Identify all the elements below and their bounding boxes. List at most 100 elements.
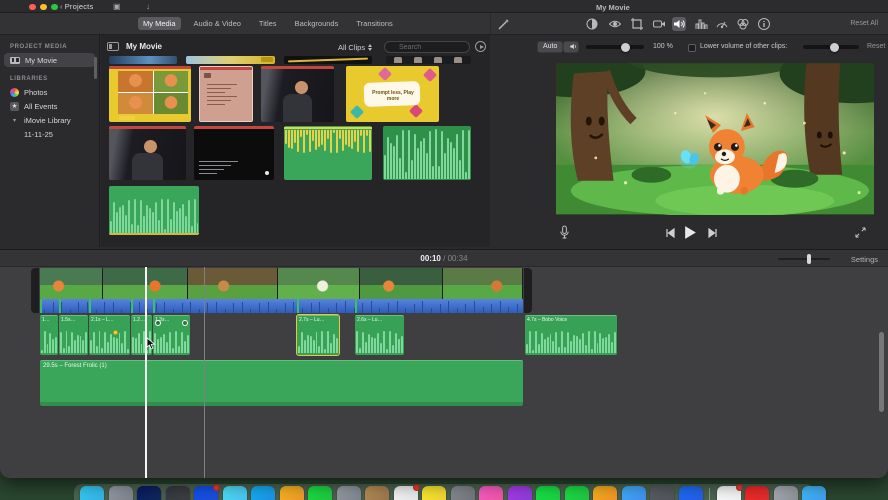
next-frame-button[interactable] xyxy=(708,228,718,238)
media-thumbnail-promo[interactable]: Prompt less, Play more xyxy=(346,66,439,122)
clip-filters-icon[interactable] xyxy=(736,17,750,31)
media-thumbnail-collage[interactable] xyxy=(109,66,191,122)
dock-app-icon[interactable] xyxy=(108,486,133,500)
fullscreen-icon[interactable] xyxy=(855,227,866,238)
media-thumbnail-person[interactable] xyxy=(261,66,334,122)
tab-my-media[interactable]: My Media xyxy=(138,17,181,30)
dock-app-icon[interactable] xyxy=(137,486,161,500)
dock-app-icon[interactable] xyxy=(773,486,798,500)
tab-audio-video[interactable]: Audio & Video xyxy=(189,17,246,30)
minimize-window-button[interactable] xyxy=(40,3,47,10)
dock-app-icon[interactable] xyxy=(564,486,589,500)
media-thumbnail-person[interactable] xyxy=(109,126,186,180)
timeline-settings-button[interactable]: Settings xyxy=(851,255,878,264)
dock-app-icon[interactable] xyxy=(678,486,703,500)
dock-app-icon[interactable] xyxy=(222,486,247,500)
media-thumbnail-strip-wave[interactable] xyxy=(284,56,372,64)
clip-zoom-slider[interactable] xyxy=(778,254,830,264)
audio-clip[interactable]: 2.1s – L… xyxy=(89,315,130,355)
sidebar-item-my-movie[interactable]: My Movie xyxy=(4,53,95,67)
color-balance-icon[interactable] xyxy=(585,17,599,31)
clip-trim-handle-right[interactable] xyxy=(524,268,532,313)
dock-app-icon[interactable] xyxy=(251,486,275,500)
download-import-icon[interactable]: ↓ xyxy=(146,2,150,11)
dock-app-icon[interactable] xyxy=(80,486,104,500)
dock-app-icon[interactable] xyxy=(336,486,361,500)
media-thumbnail-wave-wide[interactable] xyxy=(109,186,199,235)
media-thumbnail-strip-figures[interactable] xyxy=(386,56,471,64)
clip-info-icon[interactable] xyxy=(757,17,771,31)
sidebar-item-all-events[interactable]: ★ All Events xyxy=(4,99,95,113)
dock-app-icon[interactable] xyxy=(279,486,304,500)
dock-app-icon[interactable] xyxy=(422,486,446,500)
audio-clip[interactable]: 1.3s… xyxy=(153,315,190,355)
video-audio-waveform-bar[interactable] xyxy=(40,299,523,313)
reset-button[interactable]: Reset xyxy=(867,43,885,50)
dock-app-icon[interactable] xyxy=(650,486,674,500)
sidebar-toggle-icon[interactable] xyxy=(107,42,119,51)
sidebar-item-imovie-library[interactable]: ▾ iMovie Library xyxy=(4,113,95,127)
sidebar-item-photos[interactable]: Photos xyxy=(4,85,95,99)
previous-frame-button[interactable] xyxy=(665,228,675,238)
dock-app-icon[interactable] xyxy=(593,486,617,500)
play-button[interactable] xyxy=(684,225,697,240)
sidebar-item-11-11-25[interactable]: 11-11-25 xyxy=(4,127,95,141)
dock-app-icon[interactable] xyxy=(716,484,743,500)
media-thumbnail-strip-blue[interactable] xyxy=(109,56,177,64)
zoom-window-button[interactable] xyxy=(51,3,58,10)
dock-app-icon[interactable] xyxy=(450,486,475,500)
dock-app-icon[interactable] xyxy=(621,486,646,500)
dock-app-icon[interactable] xyxy=(308,486,332,500)
microphone-icon[interactable] xyxy=(559,225,570,240)
background-music-clip[interactable]: 29.5s – Forest Frolic (1) xyxy=(40,360,523,406)
sidebar-scrollbar[interactable] xyxy=(94,57,97,79)
auto-volume-button[interactable]: Auto xyxy=(537,41,564,53)
dock-app-icon[interactable] xyxy=(194,484,220,500)
volume-icon[interactable] xyxy=(672,17,686,31)
audio-clip[interactable]: 4.7s – Bobo Voice xyxy=(525,315,617,355)
projects-back-button[interactable]: ‹ Projects xyxy=(60,2,93,11)
video-track-filmstrip[interactable] xyxy=(40,268,523,299)
dock-app-icon[interactable] xyxy=(536,486,560,500)
noise-reduction-eq-icon[interactable] xyxy=(694,17,708,31)
close-window-button[interactable] xyxy=(29,3,36,10)
search-input[interactable] xyxy=(384,41,470,53)
tab-transitions[interactable]: Transitions xyxy=(351,17,397,30)
playhead[interactable] xyxy=(145,267,147,478)
volume-point-icon[interactable] xyxy=(112,330,118,335)
tab-titles[interactable]: Titles xyxy=(254,17,282,30)
dock-app-icon[interactable] xyxy=(745,486,769,500)
dock-app-icon[interactable] xyxy=(802,486,826,500)
color-correction-icon[interactable] xyxy=(608,17,622,31)
lower-volume-checkbox[interactable] xyxy=(688,44,696,52)
media-thumbnail-strip-gradient[interactable] xyxy=(186,56,275,64)
media-thumbnail-wave-yellow[interactable] xyxy=(284,126,372,180)
audio-clip[interactable]: 2.6s – Lu… xyxy=(355,315,404,355)
clip-filter-dropdown[interactable]: All Clips xyxy=(338,43,373,52)
media-thumbnail-terminal[interactable] xyxy=(194,126,274,180)
media-thumbnail-doc-card[interactable] xyxy=(199,66,253,122)
audio-clip[interactable]: 1.5s… xyxy=(59,315,88,355)
dock-app-icon[interactable] xyxy=(507,486,532,500)
dock-app-icon[interactable] xyxy=(365,486,389,500)
mute-button[interactable] xyxy=(563,41,579,53)
audio-clip[interactable]: 1… xyxy=(40,315,58,355)
fade-handle-icon[interactable] xyxy=(155,320,161,326)
media-thumbnail-wave-green[interactable] xyxy=(383,126,471,180)
dock-app-icon[interactable] xyxy=(479,486,503,500)
crop-icon[interactable] xyxy=(630,17,644,31)
volume-slider[interactable] xyxy=(586,42,644,52)
fade-handle-icon[interactable] xyxy=(182,320,188,326)
dock-app-icon[interactable] xyxy=(165,486,190,500)
dock-app-icon[interactable] xyxy=(393,484,420,500)
enhance-wand-icon[interactable] xyxy=(497,17,511,31)
tab-backgrounds[interactable]: Backgrounds xyxy=(290,17,344,30)
timeline-scrollbar[interactable] xyxy=(879,332,884,412)
play-preview-icon[interactable] xyxy=(475,41,486,52)
lower-volume-slider[interactable] xyxy=(803,42,859,52)
speed-icon[interactable] xyxy=(715,17,729,31)
stabilization-icon[interactable] xyxy=(652,17,666,31)
reset-all-button[interactable]: Reset All xyxy=(850,20,878,27)
audio-clip[interactable]: 2.7s – Lu… xyxy=(296,314,340,356)
import-media-icon[interactable]: ▣ xyxy=(113,2,121,11)
